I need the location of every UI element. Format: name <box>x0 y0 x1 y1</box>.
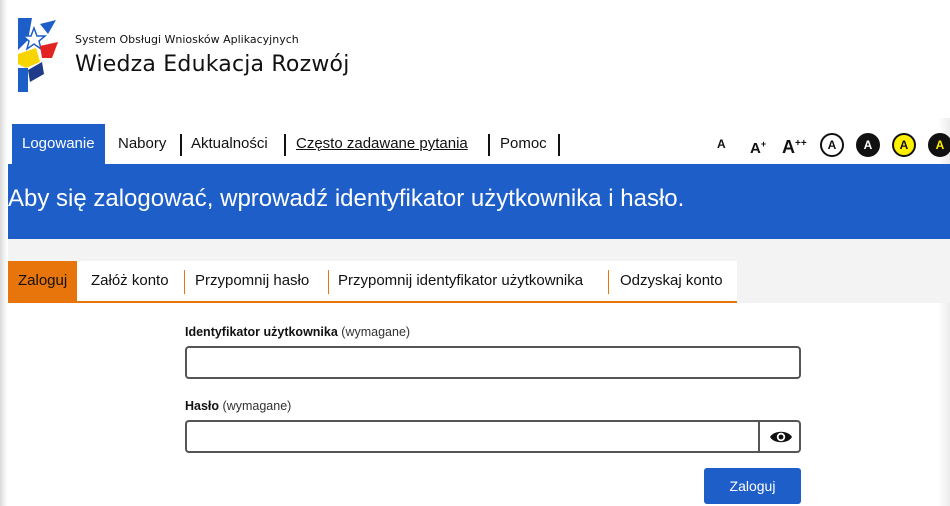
eu-funds-logo <box>18 18 60 92</box>
tab-zaloguj[interactable]: Zaloguj <box>8 261 78 301</box>
tab-przypomnij-identyfikator[interactable]: Przypomnij identyfikator użytkownika <box>338 261 583 301</box>
accessibility-controls: A A+ A++ A A A A <box>0 124 950 164</box>
gray-band <box>8 239 950 261</box>
contrast-default-button[interactable]: A <box>820 133 844 157</box>
show-password-button[interactable] <box>758 420 801 453</box>
page-left-shadow <box>0 0 8 506</box>
site-header: System Obsługi Wniosków Aplikacyjnych Wi… <box>8 0 950 118</box>
contrast-yellow-black-button[interactable]: A <box>892 133 916 157</box>
user-id-label-text: Identyfikator użytkownika <box>185 325 338 339</box>
font-size-largest-label: A <box>782 137 795 157</box>
tab-separator <box>328 270 329 294</box>
password-required: (wymagane) <box>222 399 292 413</box>
contrast-black-yellow-button[interactable]: A <box>928 133 950 157</box>
login-subtabs: Zaloguj Załóż konto Przypomnij hasło Prz… <box>8 261 737 303</box>
user-id-required: (wymagane) <box>341 325 411 339</box>
user-id-input[interactable] <box>185 346 801 379</box>
tab-odzyskaj-konto[interactable]: Odzyskaj konto <box>620 261 723 301</box>
brand-title: Wiedza Edukacja Rozwój <box>75 52 350 77</box>
tab-separator <box>184 270 185 294</box>
instruction-banner: Aby się zalogować, wprowadź identyfikato… <box>8 164 950 239</box>
password-label-text: Hasło <box>185 399 220 413</box>
tab-zaloz-konto[interactable]: Załóż konto <box>91 261 169 301</box>
user-id-label: Identyfikator użytkownika (wymagane) <box>185 325 410 339</box>
banner-text: Aby się zalogować, wprowadź identyfikato… <box>8 185 685 212</box>
tab-separator <box>608 270 609 294</box>
password-input[interactable] <box>185 420 759 453</box>
login-submit-button[interactable]: Zaloguj <box>704 468 801 504</box>
logo-icon <box>18 18 58 92</box>
font-size-normal-button[interactable]: A <box>717 124 726 164</box>
font-size-larger-sup: + <box>760 139 767 149</box>
eye-icon <box>770 431 792 443</box>
font-size-largest-sup: ++ <box>795 138 807 149</box>
font-size-largest-button[interactable]: A++ <box>782 124 807 167</box>
subtabs-filler <box>737 261 950 303</box>
font-size-larger-button[interactable]: A+ <box>750 124 766 169</box>
password-label: Hasło (wymagane) <box>185 399 291 413</box>
font-size-larger-label: A <box>750 140 761 157</box>
brand-subtitle: System Obsługi Wniosków Aplikacyjnych <box>75 33 299 46</box>
contrast-black-white-button[interactable]: A <box>856 133 880 157</box>
tab-przypomnij-haslo[interactable]: Przypomnij hasło <box>195 261 309 301</box>
